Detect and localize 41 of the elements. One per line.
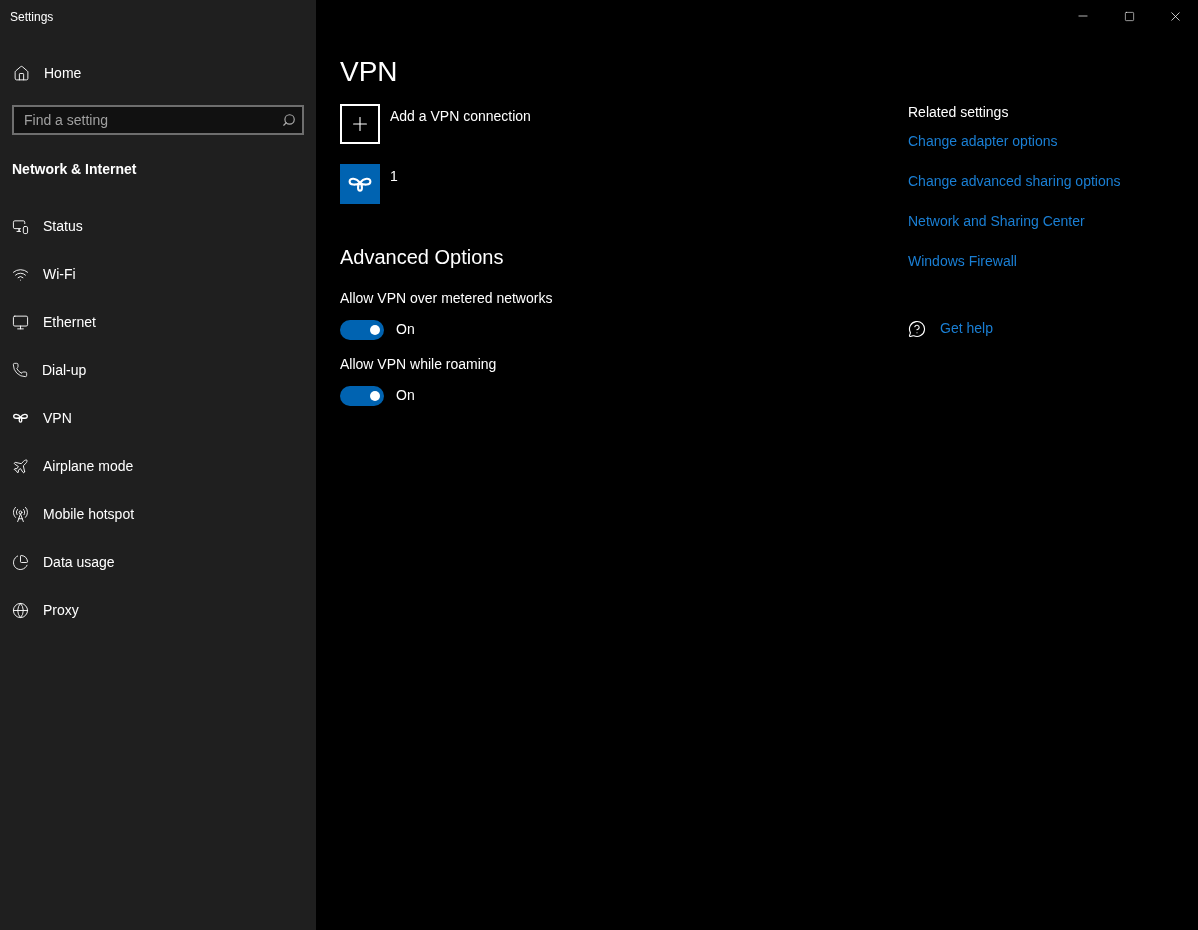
globe-icon bbox=[12, 601, 29, 619]
help-chat-icon bbox=[908, 319, 926, 338]
get-help-link[interactable]: Get help bbox=[940, 318, 993, 339]
related-link[interactable]: Windows Firewall bbox=[908, 251, 1017, 272]
related-link[interactable]: Change adapter options bbox=[908, 131, 1058, 152]
window-title: Settings bbox=[10, 9, 54, 26]
nav-item[interactable]: Data usage bbox=[0, 538, 316, 586]
add-vpn-button[interactable]: Add a VPN connection bbox=[340, 104, 531, 144]
home-icon bbox=[13, 64, 30, 82]
nav-item[interactable]: Mobile hotspot bbox=[0, 490, 316, 538]
vpn-icon bbox=[12, 412, 29, 424]
nav-item[interactable]: Wi-Fi bbox=[0, 250, 316, 298]
plus-icon bbox=[340, 104, 380, 144]
related-link[interactable]: Network and Sharing Center bbox=[908, 211, 1085, 232]
nav-item[interactable]: Status bbox=[0, 202, 316, 250]
category-heading: Network & Internet bbox=[12, 161, 137, 177]
home-nav-item[interactable]: Home bbox=[0, 51, 316, 95]
toggle-state-text: On bbox=[396, 386, 415, 405]
related-link[interactable]: Change advanced sharing options bbox=[908, 171, 1121, 192]
monitor-icon bbox=[12, 313, 29, 331]
toggle-switch[interactable] bbox=[340, 385, 384, 406]
vpn-connection-item[interactable]: 1 bbox=[340, 164, 398, 204]
antenna-icon bbox=[12, 505, 29, 523]
page-title: VPN bbox=[340, 55, 398, 89]
nav-item[interactable]: VPN bbox=[0, 394, 316, 442]
airplane-icon bbox=[12, 457, 29, 475]
toggle-label: Allow VPN over metered networks bbox=[340, 289, 553, 308]
nav-item[interactable]: Ethernet bbox=[0, 298, 316, 346]
nav-item[interactable]: Proxy bbox=[0, 586, 316, 634]
section-heading: Advanced Options bbox=[340, 245, 504, 270]
toggle-state-text: On bbox=[396, 320, 415, 339]
search-field[interactable]: Find a setting bbox=[12, 105, 304, 135]
nav-item[interactable]: Airplane mode bbox=[0, 442, 316, 490]
toggle-switch[interactable] bbox=[340, 319, 384, 340]
phone-icon bbox=[12, 362, 28, 378]
related-heading: Related settings bbox=[908, 103, 1009, 122]
pie-chart-icon bbox=[12, 553, 29, 571]
maximize-icon bbox=[1123, 10, 1135, 22]
nav-item[interactable]: Dial-up bbox=[0, 346, 316, 394]
toggle-label: Allow VPN while roaming bbox=[340, 355, 497, 374]
search-icon bbox=[282, 113, 296, 127]
